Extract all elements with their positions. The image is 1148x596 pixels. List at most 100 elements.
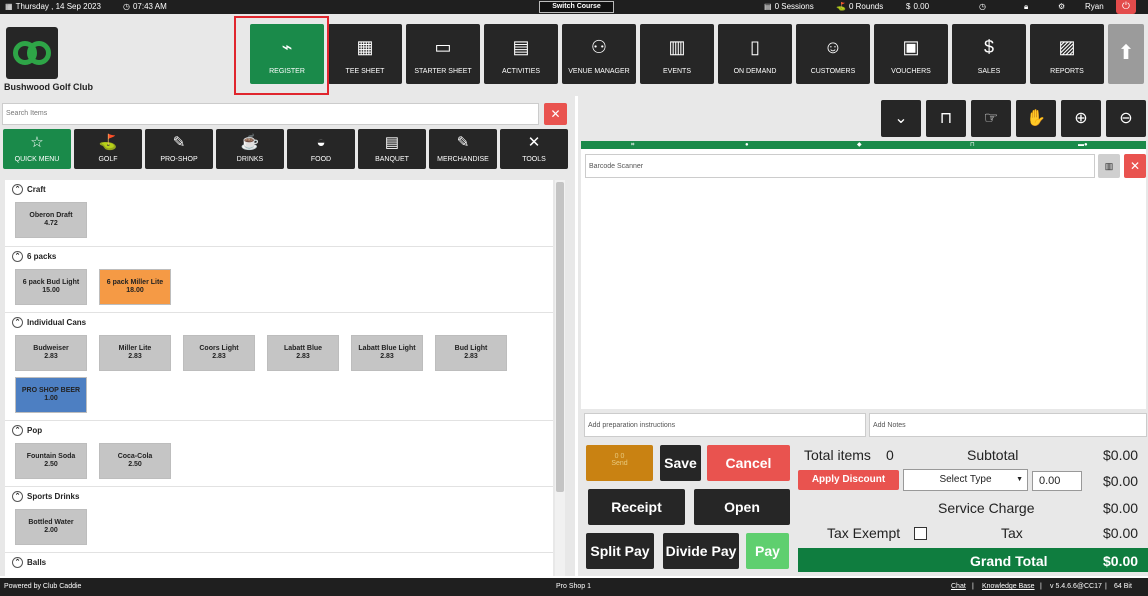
close-icon[interactable]: ✕ (1124, 154, 1146, 178)
handshake-icon[interactable]: ✋ (1016, 100, 1056, 137)
discount-type-select[interactable]: Select Type ▼ (903, 469, 1028, 491)
plus-icon[interactable]: ⊕ (1061, 100, 1101, 137)
item-section: ⌃ Balls (5, 552, 553, 576)
chat-link[interactable]: Chat (951, 583, 966, 590)
power-icon[interactable]: ⏻ (1116, 0, 1136, 14)
item-button[interactable]: 6 pack Miller Lite 18.00 (99, 269, 171, 305)
history-icon[interactable]: ◷ (979, 2, 986, 11)
nav-events[interactable]: ▥ EVENTS (640, 24, 714, 84)
section-header[interactable]: ⌃ 6 packs (12, 251, 56, 262)
nav-vouchers[interactable]: ▣ VOUCHERS (874, 24, 948, 84)
section-header[interactable]: ⌃ Balls (12, 557, 46, 568)
subtotal-value: $0.00 (1103, 447, 1139, 463)
user-name[interactable]: Ryan (1085, 2, 1104, 11)
chevron-up-icon[interactable]: ⌃ (12, 251, 23, 262)
sessions-indicator[interactable]: ▤ 0 Sessions (764, 2, 814, 11)
pay-button[interactable]: Pay (746, 533, 789, 569)
chevron-up-icon[interactable]: ⌃ (12, 317, 23, 328)
barcode-input[interactable]: Barcode Scanner (585, 154, 1095, 178)
pay-hand-icon[interactable]: ☞ (971, 100, 1011, 137)
chevron-up-icon[interactable]: ⌃ (12, 184, 23, 195)
divide-pay-button[interactable]: Divide Pay (663, 533, 739, 569)
item-name: PRO SHOP BEER (21, 387, 81, 394)
tax-exempt-checkbox[interactable] (914, 527, 927, 540)
items-panel: Search Items ✕ ☆ QUICK MENU ⛳ GOLF ✎ PRO-SHOP… (0, 96, 575, 576)
tab-merchandise[interactable]: ✎ MERCHANDISE (429, 129, 497, 169)
item-button[interactable]: Coors Light 2.83 (183, 335, 255, 371)
cart-icon[interactable]: ⊓ (926, 100, 966, 137)
nav-starter-sheet[interactable]: ▭ STARTER SHEET (406, 24, 480, 84)
subtotal-label: Subtotal (967, 447, 1019, 463)
scrollbar-thumb[interactable] (556, 182, 564, 492)
item-button[interactable]: Budweiser 2.83 (15, 335, 87, 371)
item-button[interactable]: Oberon Draft 4.72 (15, 202, 87, 238)
gear-icon[interactable]: ⚙ (1058, 2, 1065, 11)
item-button[interactable]: PRO SHOP BEER 1.00 (15, 377, 87, 413)
minus-icon[interactable]: ⊖ (1106, 100, 1146, 137)
section-header[interactable]: ⌃ Individual Cans (12, 317, 86, 328)
section-header[interactable]: ⌃ Pop (12, 425, 42, 436)
arrow-up-icon[interactable]: ⬆ (1108, 24, 1144, 84)
knowledge-base-link[interactable]: Knowledge Base (982, 583, 1035, 590)
tab-drinks[interactable]: ☕ DRINKS (216, 129, 284, 169)
dollar-icon: $ (906, 2, 911, 11)
save-button[interactable]: Save (660, 445, 701, 481)
top-status-bar: ▦ Thursday , 14 Sep 2023 ◷ 07:43 AM Switch… (0, 0, 1148, 14)
search-input[interactable]: Search Items (2, 103, 539, 125)
nav-sales[interactable]: $ SALES (952, 24, 1026, 84)
open-button[interactable]: Open (694, 489, 790, 525)
item-button[interactable]: Labatt Blue 2.83 (267, 335, 339, 371)
nav-tee-sheet[interactable]: ▦ TEE SHEET (328, 24, 402, 84)
close-icon[interactable]: ✕ (544, 103, 567, 125)
split-pay-button[interactable]: Split Pay (586, 533, 654, 569)
item-button[interactable]: Miller Lite 2.83 (99, 335, 171, 371)
tab-tools[interactable]: ✕ TOOLS (500, 129, 568, 169)
nav-customers[interactable]: ☺ CUSTOMERS (796, 24, 870, 84)
barcode-icon[interactable]: ▥ (1098, 154, 1120, 178)
item-button[interactable]: 6 pack Bud Light 15.00 (15, 269, 87, 305)
mobile-icon: ▯ (750, 37, 760, 57)
section-header[interactable]: ⌃ Sports Drinks (12, 491, 79, 502)
item-price: 2.50 (128, 461, 142, 468)
terminal-name: Pro Shop 1 (556, 583, 592, 590)
app-header: Bushwood Golf Club ⌁ REGISTER ▦ TEE SHEET ▭ S… (0, 14, 1148, 96)
tab-banquet[interactable]: ▤ BANQUET (358, 129, 426, 169)
nav-on-demand[interactable]: ▯ ON DEMAND (718, 24, 792, 84)
tab-golf[interactable]: ⛳ GOLF (74, 129, 142, 169)
cancel-button[interactable]: Cancel (707, 445, 790, 481)
notes-input[interactable]: Add Notes (869, 413, 1147, 437)
item-section: ⌃ Craft Oberon Draft 4.72 (5, 180, 553, 246)
tab-food[interactable]: ◒ FOOD (287, 129, 355, 169)
lock-icon[interactable]: 🔒︎ (1024, 2, 1028, 12)
item-button[interactable]: Labatt Blue Light 2.83 (351, 335, 423, 371)
chevron-up-icon[interactable]: ⌃ (12, 491, 23, 502)
send-button[interactable]: 0 0 Send (586, 445, 653, 481)
chevron-down-icon[interactable]: ⌄ (881, 100, 921, 137)
switch-course-button[interactable]: Switch Course (539, 1, 614, 13)
item-name: Bud Light (454, 345, 488, 352)
item-button[interactable]: Coca-Cola 2.50 (99, 443, 171, 479)
time-display: ◷ 07:43 AM (123, 2, 167, 11)
item-button[interactable]: Fountain Soda 2.50 (15, 443, 87, 479)
tab-quick-menu[interactable]: ☆ QUICK MENU (3, 129, 71, 169)
section-header[interactable]: ⌃ Craft (12, 184, 46, 195)
item-name: Coors Light (199, 345, 239, 352)
nav-reports[interactable]: ▨ REPORTS (1030, 24, 1104, 84)
item-section: ⌃ Individual Cans Budweiser 2.83 Miller Lite… (5, 312, 553, 420)
item-list-scrollbar[interactable] (555, 180, 565, 576)
chevron-up-icon[interactable]: ⌃ (12, 557, 23, 568)
nav-activities[interactable]: ▤ ACTIVITIES (484, 24, 558, 84)
item-button[interactable]: Bottled Water 2.00 (15, 509, 87, 545)
nav-venue-manager[interactable]: ⚇ VENUE MANAGER (562, 24, 636, 84)
receipt-button[interactable]: Receipt (588, 489, 685, 525)
item-button[interactable]: Bud Light 2.83 (435, 335, 507, 371)
rounds-indicator[interactable]: ⛳ 0 Rounds (836, 2, 883, 11)
prep-instructions-input[interactable]: Add preparation instructions (584, 413, 866, 437)
apply-discount-button[interactable]: Apply Discount (798, 470, 899, 490)
item-price: 2.83 (296, 353, 310, 360)
tab-pro-shop[interactable]: ✎ PRO-SHOP (145, 129, 213, 169)
balance-indicator[interactable]: $0.00 (906, 2, 929, 11)
chevron-up-icon[interactable]: ⌃ (12, 425, 23, 436)
people-icon: ⚇ (590, 37, 608, 57)
discount-value-input[interactable]: 0.00 (1032, 471, 1082, 491)
